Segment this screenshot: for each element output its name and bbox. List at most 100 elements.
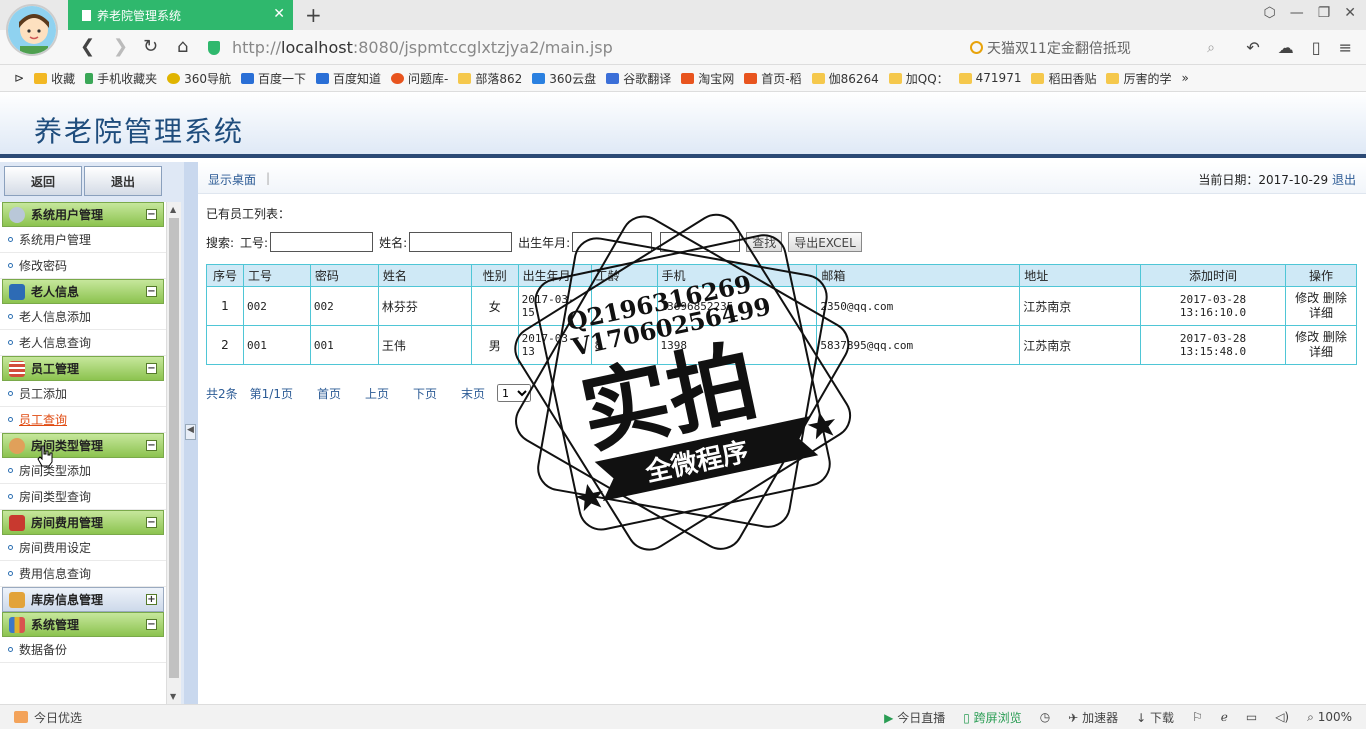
bookmark-item[interactable]: 百度一下 [241, 70, 306, 87]
collapse-toggle-icon[interactable]: − [146, 619, 157, 630]
scrollbar-thumb[interactable] [169, 218, 179, 678]
skin-icon[interactable]: ⬡ [1263, 5, 1275, 21]
user-avatar[interactable] [6, 4, 58, 56]
bookmark-item[interactable]: 收藏 [34, 70, 75, 87]
minimize-button[interactable]: — [1290, 5, 1304, 21]
browser-tab-active[interactable]: 养老院管理系统 ✕ [68, 0, 293, 30]
collapse-sidebar-icon[interactable]: ◀ [185, 424, 196, 440]
page-select[interactable]: 1 [497, 384, 532, 402]
back-icon[interactable]: ❮ [80, 36, 95, 57]
show-desktop-link[interactable]: 显示桌面 [208, 171, 256, 188]
bookmark-item[interactable]: 部落862 [458, 70, 522, 87]
sidebar-item-staff-query[interactable]: 员工查询 [0, 407, 166, 433]
close-tab-icon[interactable]: ✕ [273, 6, 285, 22]
menu-group-warehouse[interactable]: 库房信息管理 + [2, 587, 164, 612]
sidebar-item-system-users[interactable]: 系统用户管理 [0, 227, 166, 253]
logout-button[interactable]: 退出 [84, 166, 162, 196]
zoom-control[interactable]: ⌕ 100% [1307, 710, 1352, 725]
forward-icon[interactable]: ❯ [113, 36, 128, 57]
sidebar-toggle-icon[interactable]: ⊳ [14, 71, 24, 85]
sidebar-item-staff-add[interactable]: 员工添加 [0, 381, 166, 407]
menu-group-room-fee[interactable]: 房间费用管理 − [2, 510, 164, 535]
detail-link[interactable]: 详细 [1309, 306, 1333, 320]
close-window-button[interactable]: ✕ [1344, 5, 1356, 21]
collapse-toggle-icon[interactable]: − [146, 363, 157, 374]
ie-icon[interactable]: ℯ [1221, 710, 1228, 724]
detail-link[interactable]: 详细 [1309, 345, 1333, 359]
bookmark-item[interactable]: 问题库- [391, 70, 448, 87]
sidebar-item-backup[interactable]: 数据备份 [0, 637, 166, 663]
query-button[interactable]: 查找 [746, 232, 783, 252]
pager-prev[interactable]: 上页 [365, 385, 389, 402]
sidebar-item-elderly-add[interactable]: 老人信息添加 [0, 304, 166, 330]
cloud-icon[interactable]: ☁ [1278, 38, 1294, 57]
bookmark-item[interactable]: 360导航 [167, 70, 231, 87]
download-button[interactable]: ↓ 下载 [1136, 709, 1174, 726]
sidebar-splitter[interactable]: ◀ [184, 162, 198, 704]
collapse-toggle-icon[interactable]: − [146, 209, 157, 220]
undo-icon[interactable]: ↶ [1246, 38, 1259, 57]
birth-end-input[interactable] [660, 232, 741, 252]
bookmark-item[interactable]: 471971 [958, 71, 1021, 85]
birth-start-input[interactable] [572, 232, 653, 252]
menu-group-staff[interactable]: 员工管理 − [2, 356, 164, 381]
bookmark-item[interactable]: 手机收藏夹 [85, 70, 157, 87]
collapse-toggle-icon[interactable]: − [146, 440, 157, 451]
sidebar-item-room-fee-set[interactable]: 房间费用设定 [0, 535, 166, 561]
accelerator-button[interactable]: ✈ 加速器 [1068, 709, 1118, 726]
search-box[interactable]: 天猫双11定金翻倍抵现 ⌕ [970, 34, 1215, 61]
sidebar-item-fee-query[interactable]: 费用信息查询 [0, 561, 166, 587]
maximize-button[interactable]: ❐ [1318, 5, 1331, 21]
flag-icon[interactable]: ⚐ [1192, 710, 1203, 724]
sidebar-item-elderly-query[interactable]: 老人信息查询 [0, 330, 166, 356]
window-icon[interactable]: ▭ [1246, 710, 1257, 724]
export-excel-button[interactable]: 导出EXCEL [788, 232, 862, 252]
menu-group-room-type[interactable]: 房间类型管理 − [2, 433, 164, 458]
bookmark-item[interactable]: 谷歌翻译 [606, 70, 671, 87]
collapse-toggle-icon[interactable]: − [146, 517, 157, 528]
name-input[interactable] [409, 232, 513, 252]
new-tab-button[interactable]: + [305, 3, 322, 27]
collapse-toggle-icon[interactable]: − [146, 286, 157, 297]
menu-group-system-users[interactable]: 系统用户管理 − [2, 202, 164, 227]
pager-last[interactable]: 末页 [461, 385, 485, 402]
search-icon[interactable]: ⌕ [1207, 40, 1215, 56]
menu-group-elderly[interactable]: 老人信息 − [2, 279, 164, 304]
pager-next[interactable]: 下页 [413, 385, 437, 402]
pager-first[interactable]: 首页 [317, 385, 341, 402]
edit-link[interactable]: 修改 [1295, 291, 1319, 305]
bookmark-item[interactable]: 首页-稻 [744, 70, 802, 87]
expand-toggle-icon[interactable]: + [146, 594, 157, 605]
sidebar-scrollbar[interactable]: ▲ ▼ [166, 202, 181, 704]
delete-link[interactable]: 删除 [1323, 330, 1347, 344]
home-icon[interactable]: ⌂ [177, 36, 188, 57]
scroll-up-icon[interactable]: ▲ [170, 205, 176, 214]
sidebar-item-room-type-query[interactable]: 房间类型查询 [0, 484, 166, 510]
sidebar-item-room-type-add[interactable]: 房间类型添加 [0, 458, 166, 484]
reload-icon[interactable]: ↻ [143, 36, 158, 57]
back-button[interactable]: 返回 [4, 166, 82, 196]
bookmark-item[interactable]: 加QQ： [888, 70, 949, 87]
live-button[interactable]: ▶ 今日直播 [884, 709, 945, 726]
cross-screen-button[interactable]: ▯ 跨屏浏览 [963, 709, 1021, 726]
bookmark-item[interactable]: 伽86264 [811, 70, 879, 87]
today-picks[interactable]: 今日优选 [14, 709, 82, 726]
more-bookmarks-icon[interactable]: » [1182, 71, 1189, 85]
menu-group-system[interactable]: 系统管理 − [2, 612, 164, 637]
edit-link[interactable]: 修改 [1295, 330, 1319, 344]
sidebar-item-change-password[interactable]: 修改密码 [0, 253, 166, 279]
volume-icon[interactable]: ◁) [1275, 710, 1289, 724]
bookmark-item[interactable]: 360云盘 [532, 70, 596, 87]
url-field[interactable]: http://localhost:8080/jspmtccglxtzjya2/m… [208, 34, 968, 61]
menu-icon[interactable]: ≡ [1339, 38, 1352, 57]
bookmark-item[interactable]: 稻田香贴 [1031, 70, 1096, 87]
delete-link[interactable]: 删除 [1323, 291, 1347, 305]
logout-link[interactable]: 退出 [1332, 173, 1356, 187]
scroll-down-icon[interactable]: ▼ [170, 692, 176, 701]
bookmark-item[interactable]: 百度知道 [316, 70, 381, 87]
reading-icon[interactable]: ▯ [1312, 38, 1321, 57]
staff-id-input[interactable] [270, 232, 374, 252]
bookmark-item[interactable]: 淘宝网 [681, 70, 734, 87]
bookmark-item[interactable]: 厉害的学 [1106, 70, 1172, 87]
history-icon[interactable]: ◷ [1040, 710, 1050, 724]
